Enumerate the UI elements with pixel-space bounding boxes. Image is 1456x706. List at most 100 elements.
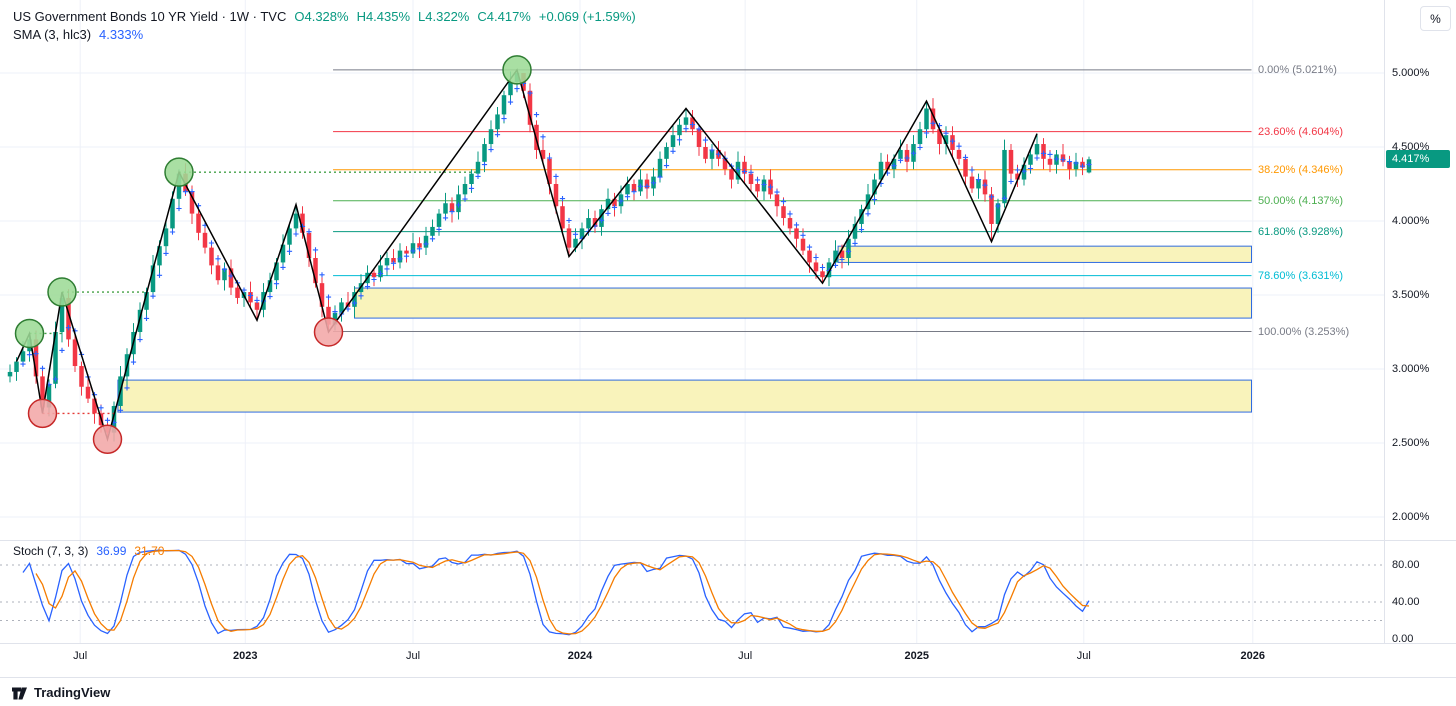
candle-body — [586, 218, 591, 228]
stoch-axis-label: 0.00 — [1392, 632, 1413, 646]
sma-value: 4.333% — [99, 27, 143, 42]
supply-demand-zone — [838, 246, 1251, 262]
candle-body — [781, 206, 786, 218]
symbol-legend-row[interactable]: US Government Bonds 10 YR Yield · 1W · T… — [13, 7, 636, 25]
candle-body — [404, 251, 409, 254]
candle-body — [294, 214, 299, 229]
ohlc-low: L4.322% — [418, 9, 469, 24]
percent-scale-button[interactable]: % — [1420, 6, 1451, 31]
candle-body — [21, 351, 26, 361]
candle-body — [502, 95, 507, 114]
candle-body — [86, 387, 91, 399]
supply-demand-zone — [355, 288, 1252, 318]
candle-body — [443, 203, 448, 213]
candle-body — [463, 184, 468, 194]
time-axis-year-label: 2023 — [233, 650, 257, 662]
candle-body — [482, 144, 487, 162]
tradingview-logo-icon — [10, 683, 29, 702]
supply-demand-zone — [118, 380, 1252, 412]
pivot-high-circle — [16, 319, 44, 347]
candle-body — [203, 233, 208, 248]
stoch-label: Stoch (7, 3, 3) — [13, 544, 88, 558]
candle-body — [658, 159, 663, 177]
candle-body — [775, 194, 780, 206]
time-axis-month-label: Jul — [1077, 650, 1091, 662]
candle-body — [372, 273, 377, 277]
candle-body — [164, 228, 169, 246]
candle-body — [814, 262, 819, 271]
pivot-high-circle — [48, 278, 76, 306]
time-axis-year-label: 2025 — [905, 650, 929, 662]
time-axis-month-label: Jul — [738, 650, 752, 662]
pivot-low-circle — [94, 425, 122, 453]
stoch-legend-row[interactable]: Stoch (7, 3, 3) 36.99 31.70 — [13, 544, 164, 558]
candle-body — [957, 150, 962, 159]
candle-body — [1035, 144, 1040, 154]
pivot-low-circle — [29, 399, 57, 427]
candle-body — [729, 169, 734, 179]
candle-body — [209, 248, 214, 266]
candle-body — [469, 174, 474, 184]
stoch-axis-label: 40.00 — [1392, 595, 1420, 609]
symbol-title: US Government Bonds 10 YR Yield · 1W · T… — [13, 9, 286, 24]
pivot-high-circle — [503, 56, 531, 84]
candle-body — [1028, 154, 1033, 164]
candle-body — [437, 214, 442, 227]
sma-legend-row[interactable]: SMA (3, hlc3) 4.333% — [13, 25, 636, 43]
candle-body — [255, 302, 260, 309]
tradingview-logo-text: TradingView — [34, 685, 110, 700]
candle-body — [14, 362, 19, 372]
candle-body — [1009, 150, 1014, 174]
candle-body — [801, 239, 806, 251]
candle-body — [216, 265, 221, 280]
pivot-high-circle — [165, 158, 193, 186]
candle-body — [898, 150, 903, 159]
tradingview-logo[interactable]: TradingView — [10, 683, 110, 702]
price-axis-label: 2.500% — [1392, 436, 1429, 450]
chart-canvas[interactable] — [0, 0, 1456, 676]
stoch-k-line — [23, 550, 1089, 635]
candle-body — [820, 271, 825, 277]
stoch-d-value: 31.70 — [134, 544, 164, 558]
candle-body — [924, 109, 929, 130]
candle-body — [1002, 150, 1007, 203]
time-axis[interactable]: Jul 2023 Jul 2024 Jul 2025 Jul 2026 — [0, 644, 1384, 674]
price-axis[interactable]: 4.417% 5.000%4.500%4.000%3.500%3.000%2.5… — [1385, 0, 1456, 676]
tradingview-chart-window: US Government Bonds 10 YR Yield · 1W · T… — [0, 0, 1456, 706]
candle-body — [970, 177, 975, 189]
candle-body — [807, 251, 812, 263]
candle-body — [963, 159, 968, 177]
candle-body — [749, 174, 754, 184]
candle-body — [755, 184, 760, 191]
candle-body — [430, 227, 435, 236]
candle-body — [79, 366, 84, 387]
candle-body — [664, 147, 669, 159]
candle-body — [1048, 159, 1053, 165]
stoch-axis-label: 80.00 — [1392, 558, 1420, 572]
candle-body — [703, 147, 708, 159]
candle-body — [476, 162, 481, 174]
candle-body — [697, 129, 702, 147]
candle-body — [73, 339, 78, 366]
candle-body — [489, 129, 494, 144]
candle-body — [508, 82, 513, 95]
pivot-low-circle — [315, 318, 343, 346]
price-axis-label: 5.000% — [1392, 66, 1429, 80]
time-axis-year-label: 2024 — [568, 650, 592, 662]
time-axis-month-label: Jul — [73, 650, 87, 662]
price-axis-label: 4.500% — [1392, 140, 1429, 154]
ohlc-open: O4.328% — [294, 9, 348, 24]
time-axis-month-label: Jul — [406, 650, 420, 662]
candle-body — [8, 372, 13, 376]
time-axis-year-label: 2026 — [1241, 650, 1265, 662]
candle-body — [788, 218, 793, 228]
bottom-toolbar: TradingView — [0, 677, 1456, 706]
candle-body — [671, 135, 676, 147]
candle-body — [677, 125, 682, 135]
candle-body — [918, 129, 923, 144]
price-axis-label: 4.000% — [1392, 214, 1429, 228]
price-axis-label: 3.500% — [1392, 288, 1429, 302]
candle-body — [385, 258, 390, 265]
ohlc-close: C4.417% — [477, 9, 530, 24]
legend: US Government Bonds 10 YR Yield · 1W · T… — [13, 7, 636, 43]
